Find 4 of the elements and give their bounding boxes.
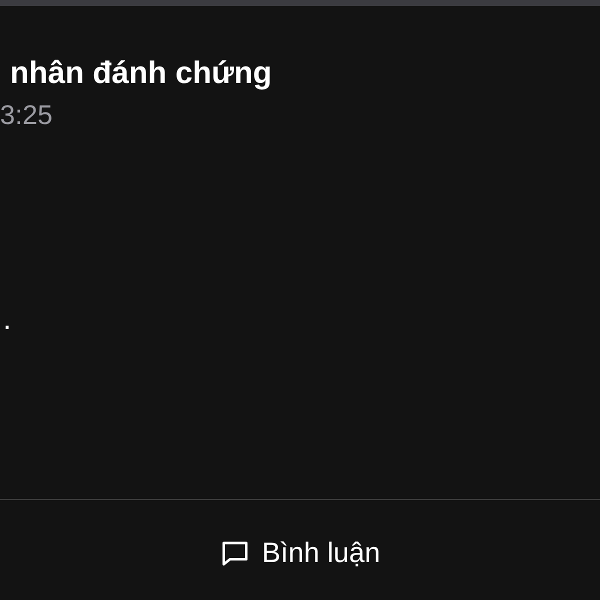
post-text: . — [3, 305, 12, 335]
post-time: 3:25 — [0, 99, 54, 132]
comment-button[interactable]: Bình luận — [212, 533, 388, 573]
post-title: nhân đánh chứng — [10, 54, 273, 92]
